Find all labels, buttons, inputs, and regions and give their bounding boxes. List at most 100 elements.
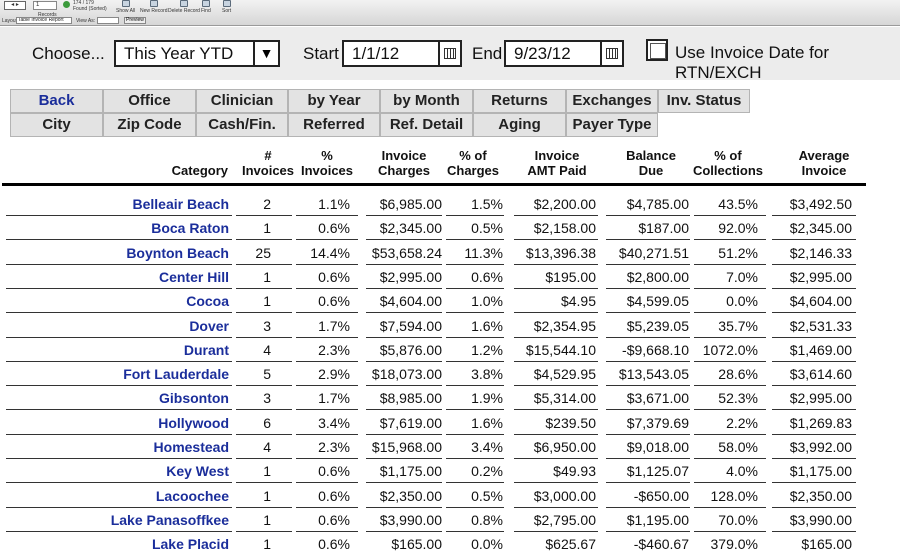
table-row[interactable]: Dover 3 1.7% $7,594.00 1.6% $2,354.95 $5,239.0… — [0, 314, 900, 338]
cell-category[interactable]: Durant — [184, 342, 229, 358]
cell-paid: $4.95 — [560, 293, 596, 310]
cell-collections: 0.0% — [726, 293, 758, 310]
cash-fin-button[interactable]: Cash/Fin. — [196, 113, 288, 137]
city-button[interactable]: City — [10, 113, 103, 137]
cell-category[interactable]: Belleair Beach — [133, 196, 230, 212]
cell-average: $4,604.00 — [789, 293, 852, 310]
table-row[interactable]: Lake Placid 1 0.6% $165.00 0.0% $625.67 -$460.… — [0, 532, 900, 555]
cell-average: $2,995.00 — [789, 268, 852, 285]
period-dropdown-button[interactable]: ▼ — [253, 40, 280, 67]
table-row[interactable]: Lake Panasoffkee 1 0.6% $3,990.00 0.8% $2,795… — [0, 508, 900, 532]
exchanges-button[interactable]: Exchanges — [566, 89, 658, 113]
sort-button[interactable]: Sort — [222, 0, 231, 14]
ref-detail-button[interactable]: Ref. Detail — [380, 113, 473, 137]
layout-select[interactable]: Table Invoice Report — [16, 17, 72, 24]
new-record-label: New Record — [140, 8, 168, 14]
payer-type-button[interactable]: Payer Type — [566, 113, 658, 137]
zip-code-button[interactable]: Zip Code — [103, 113, 196, 137]
cell-average: $3,614.60 — [789, 366, 852, 383]
start-date-field[interactable]: 1/1/12 — [342, 40, 440, 67]
record-number-field[interactable]: 1 — [33, 1, 57, 10]
cell-category[interactable]: Gibsonton — [159, 390, 229, 406]
inv-status-button[interactable]: Inv. Status — [658, 89, 750, 113]
pct-invoices-header: % Invoices — [296, 148, 358, 178]
record-nav-button[interactable]: ◂ ▸ — [4, 1, 26, 10]
cell-collections: 58.0% — [718, 439, 758, 455]
cell-category[interactable]: Lake Placid — [152, 536, 229, 552]
cell-category[interactable]: Boca Raton — [151, 220, 229, 236]
sort-icon — [222, 0, 231, 7]
cell-category[interactable]: Cocoa — [186, 293, 229, 309]
num-invoices-header-line1: # — [264, 148, 272, 163]
pct-charges-header-line1: % of — [459, 148, 487, 163]
table-row[interactable]: Boynton Beach 25 14.4% $53,658.24 11.3% $13,3… — [0, 241, 900, 265]
cell-category[interactable]: Fort Lauderdale — [123, 366, 229, 382]
cell-paid: $6,950.00 — [533, 439, 596, 455]
new-record-button[interactable]: New Record — [140, 0, 168, 14]
back-button[interactable]: Back — [10, 89, 103, 113]
table-row[interactable]: Belleair Beach 2 1.1% $6,985.00 1.5% $2,200.0… — [0, 192, 900, 216]
cell-balance: $9,018.00 — [626, 439, 689, 455]
cell-pct-charges: 0.6% — [471, 268, 503, 285]
cell-category[interactable]: Homestead — [154, 439, 229, 455]
cell-paid: $2,158.00 — [533, 220, 596, 237]
balance-header-line1: Balance — [626, 148, 676, 163]
cell-charges: $2,995.00 — [379, 268, 442, 285]
cell-paid: $239.50 — [545, 414, 596, 431]
found-set-pie-icon — [63, 1, 70, 8]
cell-average: $2,146.33 — [789, 244, 852, 261]
clinician-button[interactable]: Clinician — [196, 89, 288, 113]
delete-record-button[interactable]: Delete Record — [168, 0, 200, 14]
view-as-toggle[interactable] — [97, 17, 119, 24]
show-all-button[interactable]: Show All — [116, 0, 135, 14]
table-row[interactable]: Center Hill 1 0.6% $2,995.00 0.6% $195.00 $2,8… — [0, 265, 900, 289]
table-row[interactable]: Lacoochee 1 0.6% $2,350.00 0.5% $3,000.00 -$65… — [0, 484, 900, 508]
referred-button[interactable]: Referred — [288, 113, 380, 137]
table-row[interactable]: Key West 1 0.6% $1,175.00 0.2% $49.93 $1,125.0… — [0, 459, 900, 484]
table-row[interactable]: Boca Raton 1 0.6% $2,345.00 0.5% $2,158.00 $18… — [0, 216, 900, 241]
cell-category[interactable]: Key West — [166, 463, 229, 479]
cell-invoices: 1 — [263, 268, 271, 285]
cell-balance: -$650.00 — [633, 487, 689, 504]
cell-category[interactable]: Dover — [189, 318, 229, 334]
average-header: Average Invoice — [784, 148, 864, 178]
returns-button[interactable]: Returns — [473, 89, 566, 113]
amt-paid-header-line2: AMT Paid — [527, 163, 587, 178]
aging-button[interactable]: Aging — [473, 113, 566, 137]
by-month-button[interactable]: by Month — [380, 89, 473, 113]
by-year-button[interactable]: by Year — [288, 89, 380, 113]
table-row[interactable]: Durant 4 2.3% $5,876.00 1.2% $15,544.10 -$9,66… — [0, 338, 900, 362]
period-select[interactable]: This Year YTD — [114, 40, 255, 67]
table-row[interactable]: Cocoa 1 0.6% $4,604.00 1.0% $4.95 $4,599.05 0.0… — [0, 289, 900, 314]
start-calendar-button[interactable] — [438, 40, 462, 67]
table-row[interactable]: Gibsonton 3 1.7% $8,985.00 1.9% $5,314.00 $3,6… — [0, 386, 900, 411]
cell-balance: -$460.67 — [633, 536, 689, 553]
cell-balance: $1,125.07 — [626, 463, 689, 480]
balance-header-line2: Due — [638, 163, 664, 178]
cell-pct-charges: 1.6% — [471, 414, 503, 431]
office-button[interactable]: Office — [103, 89, 196, 113]
end-date-field[interactable]: 9/23/12 — [504, 40, 602, 67]
cell-invoices: 1 — [263, 220, 271, 237]
cell-pct-invoices: 0.6% — [318, 536, 350, 553]
cell-balance: $4,599.05 — [626, 293, 689, 310]
cell-paid: $49.93 — [553, 463, 596, 480]
cell-category[interactable]: Center Hill — [159, 269, 229, 285]
cell-category[interactable]: Lacoochee — [156, 488, 229, 504]
table-row[interactable]: Homestead 4 2.3% $15,968.00 3.4% $6,950.00 $9,… — [0, 435, 900, 459]
cell-pct-charges: 1.9% — [471, 390, 503, 407]
table-row[interactable]: Fort Lauderdale 5 2.9% $18,073.00 3.8% $4,529… — [0, 362, 900, 387]
table-row[interactable]: Hollywood 6 3.4% $7,619.00 1.6% $239.50 $7,379… — [0, 411, 900, 435]
find-button[interactable]: Find — [201, 0, 211, 14]
cell-charges: $4,604.00 — [379, 293, 442, 310]
magnifier-icon — [201, 0, 210, 7]
preview-button[interactable]: Preview — [124, 17, 146, 24]
cell-category[interactable]: Lake Panasoffkee — [111, 512, 229, 528]
end-calendar-button[interactable] — [600, 40, 624, 67]
cell-category[interactable]: Hollywood — [158, 415, 229, 431]
cell-average: $3,492.50 — [789, 196, 852, 212]
cell-category[interactable]: Boynton Beach — [126, 245, 229, 261]
cell-average: $2,995.00 — [789, 390, 852, 407]
invoice-date-checkbox[interactable] — [646, 39, 668, 61]
cell-paid: $2,795.00 — [533, 511, 596, 528]
